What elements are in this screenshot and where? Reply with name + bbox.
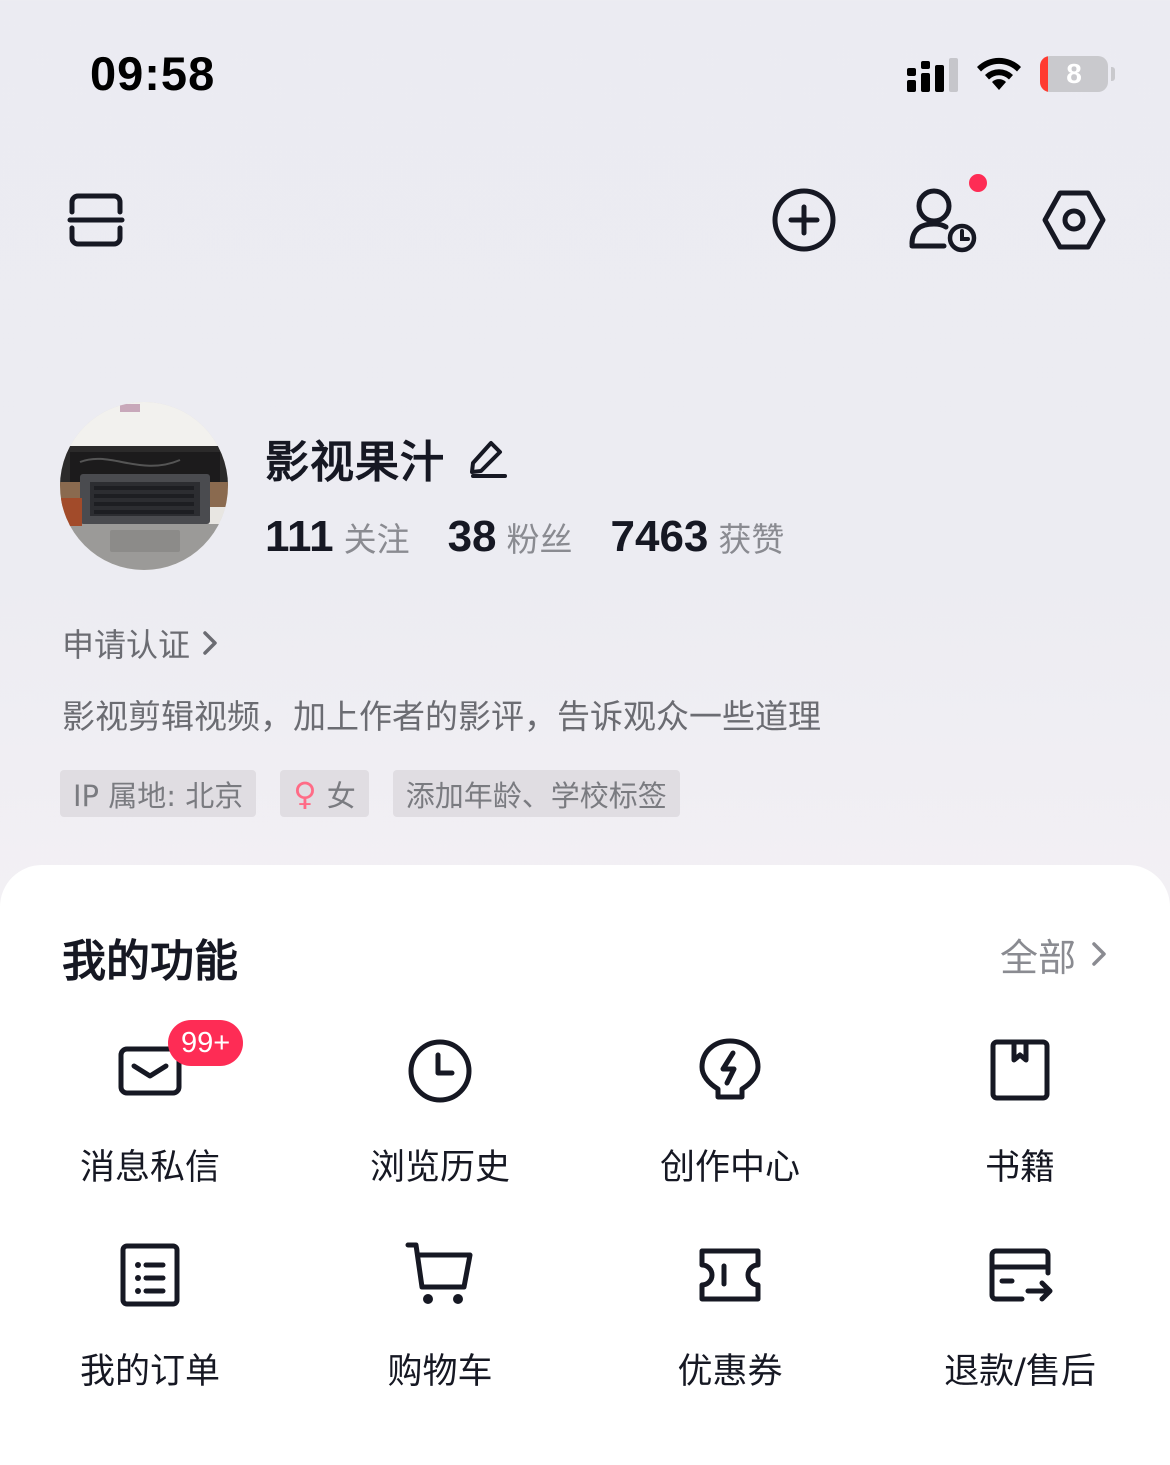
apply-verification-link[interactable]: 申请认证: [62, 620, 220, 666]
avatar[interactable]: [60, 402, 228, 570]
function-label: 购物车: [387, 1352, 493, 1392]
refund-card-icon: [989, 1248, 1053, 1302]
order-list-icon: [120, 1243, 180, 1307]
notification-dot: [967, 172, 989, 194]
function-messages[interactable]: 99+ 消息私信: [4, 1020, 296, 1195]
add-circle-icon[interactable]: [770, 186, 838, 254]
lightning-bulb-icon: [699, 1038, 761, 1100]
function-books[interactable]: 书籍: [874, 1035, 1166, 1195]
my-functions-card: 我的功能 全部 99+ 消息私信 浏览历史 创作中心 书籍 我的订单 购物车 优…: [0, 865, 1170, 1465]
nickname: 影视果汁: [265, 437, 445, 488]
function-cart[interactable]: 购物车: [294, 1239, 586, 1399]
scan-icon[interactable]: [66, 190, 126, 250]
chevron-right-icon: [203, 631, 217, 655]
function-label: 我的订单: [79, 1352, 220, 1392]
function-label: 浏览历史: [369, 1148, 510, 1188]
stat-followers[interactable]: 38 粉丝: [448, 512, 573, 562]
profile-bio[interactable]: 影视剪辑视频，加上作者的影评，告诉观众一些道理: [62, 690, 821, 738]
chevron-right-icon: [1092, 942, 1106, 966]
function-label: 退款/售后: [874, 1343, 1166, 1394]
refund-label: 退款: [944, 1352, 1015, 1392]
status-bar: 09:58 8: [0, 0, 1170, 140]
function-label: 创作中心: [659, 1148, 800, 1188]
signal-icon: [907, 58, 958, 92]
stat-label: 获赞: [718, 520, 785, 559]
settings-icon[interactable]: [1040, 188, 1108, 252]
unread-badge: 99+: [168, 1020, 244, 1066]
avatar-image: [60, 402, 228, 570]
battery-tip: [1111, 67, 1115, 81]
stat-number: 38: [447, 512, 497, 561]
view-all-link[interactable]: 全部: [999, 929, 1108, 980]
nickname-row: 影视果汁: [265, 428, 509, 488]
function-label: 消息私信: [79, 1148, 220, 1188]
function-label: 优惠券: [677, 1352, 783, 1392]
stat-label: 关注: [343, 520, 410, 559]
cart-icon: [405, 1242, 473, 1304]
gender-tag[interactable]: ♀ 女: [280, 770, 369, 817]
wifi-icon: [977, 57, 1021, 90]
stat-label: 粉丝: [506, 520, 573, 559]
stat-likes[interactable]: 7463 获赞: [611, 512, 785, 562]
visitor-history-icon[interactable]: [906, 186, 980, 254]
stat-number: 7463: [610, 512, 709, 561]
view-all-label: 全部: [999, 935, 1076, 980]
gender-label: 女: [326, 778, 356, 813]
after-sale-label: /售后: [1014, 1352, 1096, 1392]
battery-icon: 8: [1040, 56, 1108, 92]
section-title: 我的功能: [62, 936, 238, 987]
clock-icon: [408, 1039, 472, 1103]
stat-following[interactable]: 111 关注: [265, 512, 410, 562]
function-label: 书籍: [984, 1148, 1055, 1188]
status-time: 09:58: [90, 47, 216, 100]
function-refund[interactable]: 退款/售后: [874, 1239, 1166, 1399]
stat-number: 111: [265, 512, 334, 561]
profile-tags: IP 属地: 北京 ♀ 女 添加年龄、学校标签: [60, 770, 704, 817]
function-coupons[interactable]: 优惠券: [584, 1239, 876, 1399]
function-orders[interactable]: 我的订单: [4, 1239, 296, 1399]
ip-location-tag: IP 属地: 北京: [60, 770, 257, 817]
edit-pencil-icon[interactable]: [465, 436, 509, 480]
coupon-icon: [699, 1248, 761, 1302]
female-icon: ♀: [293, 774, 317, 813]
verify-label: 申请认证: [62, 626, 191, 664]
function-history[interactable]: 浏览历史: [294, 1035, 586, 1195]
add-tags-button[interactable]: 添加年龄、学校标签: [392, 770, 680, 817]
book-icon: [990, 1039, 1050, 1101]
function-creator-center[interactable]: 创作中心: [584, 1035, 876, 1195]
battery-percentage: 8: [1066, 58, 1082, 89]
profile-stats: 111 关注 38 粉丝 7463 获赞: [265, 512, 822, 568]
